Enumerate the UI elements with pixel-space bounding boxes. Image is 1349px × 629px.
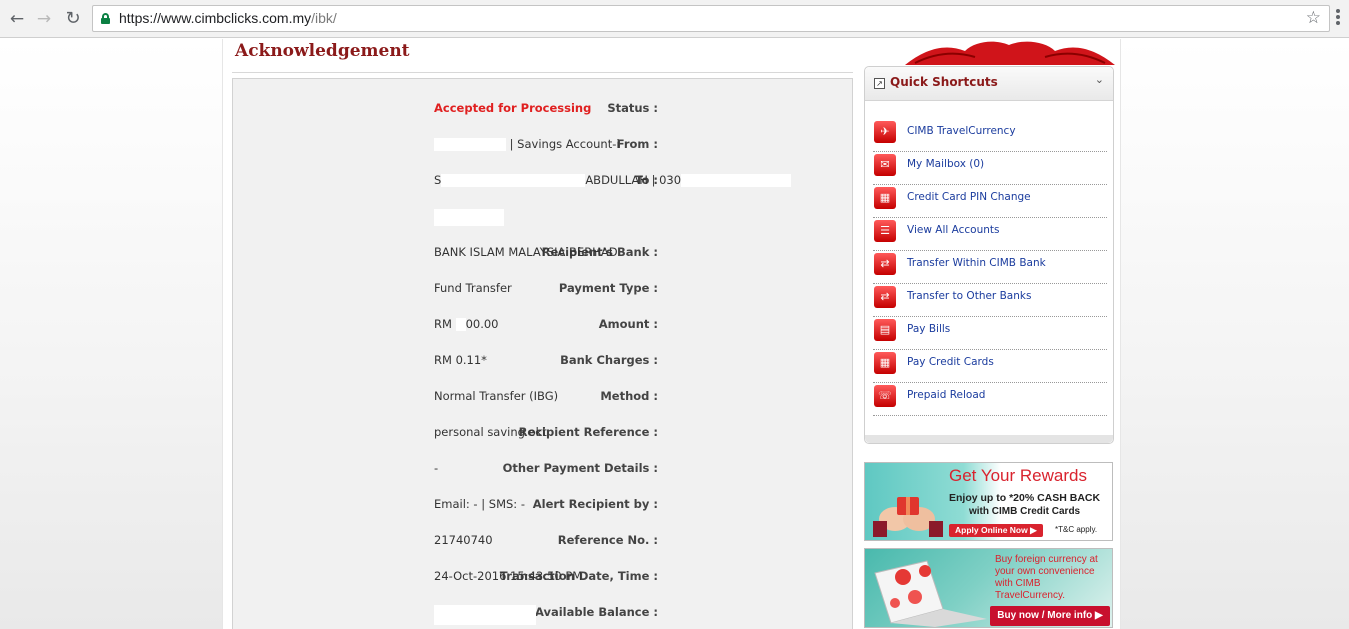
shortcut-pin-change[interactable]: ▦ Credit Card PIN Change [873,185,1107,218]
recipient-bank-value: BANK ISLAM MALAYSIA BERHAD [434,245,618,259]
quick-shortcuts-panel: ↗ Quick Shortcuts ⌄ ✈ CIMB TravelCurrenc… [864,66,1114,444]
alert-value: Email: - | SMS: - [434,497,525,511]
shortcut-transfer-other[interactable]: ⇄ Transfer to Other Banks [873,284,1107,317]
shortcut-label[interactable]: Prepaid Reload [907,389,985,401]
other-details-value: - [434,461,439,475]
gift-hands-illustration [873,497,943,537]
to-value-line2 [434,209,504,226]
detail-row-status: Status : Accepted for Processing [233,99,854,119]
chevron-down-icon[interactable]: ⌄ [1095,73,1104,86]
plane-icon: ✈ [874,121,896,143]
amount-value: RM 00.00 [434,317,499,331]
status-value: Accepted for Processing [434,101,592,115]
transfer-icon: ⇄ [874,253,896,275]
detail-row-other-details: Other Payment Details : - [233,459,854,479]
url-text: https://www.cimbclicks.com.my/ibk/ [119,10,337,26]
quick-shortcuts-header[interactable]: ↗ Quick Shortcuts ⌄ [865,67,1113,101]
detail-row-to: To : S ABDULLAH | 030 [233,171,854,191]
shortcut-label[interactable]: Credit Card PIN Change [907,191,1031,203]
method-value: Normal Transfer (IBG) [434,389,559,403]
buy-now-button[interactable]: Buy now / More info ▶ [990,606,1110,626]
travel-currency-banner[interactable]: Buy foreign currency at your own conveni… [864,548,1113,628]
browser-menu-icon[interactable] [1333,8,1343,28]
mascot-graphic [905,39,1115,67]
address-bar[interactable]: https://www.cimbclicks.com.my/ibk/ ☆ [92,5,1330,32]
bookmark-star-icon[interactable]: ☆ [1306,8,1321,28]
apply-online-button[interactable]: Apply Online Now ▶ [949,524,1043,537]
detail-row-bank-charges: Bank Charges : RM 0.11* [233,351,854,371]
shortcut-label[interactable]: Pay Bills [907,323,950,335]
detail-row-recipient-bank: Recipient's Bank : BANK ISLAM MALAYSIA B… [233,243,854,263]
detail-row-transaction-date: Transaction Date, Time : 24-Oct-2016 15:… [233,567,854,587]
back-arrow-icon[interactable]: ← [6,8,28,30]
page-edge-right [1120,39,1121,629]
shortcut-label[interactable]: Transfer to Other Banks [907,290,1031,302]
rewards-tnc: *T&C apply. [1055,525,1098,534]
redacted-block [434,138,506,151]
shortcut-pay-bills[interactable]: ▤ Pay Bills [873,317,1107,350]
shortcut-mailbox[interactable]: ✉ My Mailbox (0) [873,152,1107,185]
forward-arrow-icon[interactable]: → [33,8,55,30]
shortcut-icon: ↗ [874,78,885,89]
from-value: | Savings Account-i [434,137,620,151]
list-icon: ☰ [874,220,896,242]
shortcuts-footer [865,435,1113,443]
detail-label: Other Payment Details : [502,461,658,475]
redacted-block [434,605,536,625]
shortcut-label[interactable]: CIMB TravelCurrency [907,125,1016,137]
browser-toolbar: ← → ↻ https://www.cimbclicks.com.my/ibk/… [0,0,1349,38]
shortcut-list: ✈ CIMB TravelCurrency ✉ My Mailbox (0) ▦… [873,119,1107,416]
bill-icon: ▤ [874,319,896,341]
detail-row-alert: Alert Recipient by : Email: - | SMS: - [233,495,854,515]
rewards-line2: with CIMB Credit Cards [969,506,1081,517]
available-balance-value [434,605,536,625]
quick-shortcuts-title: Quick Shortcuts [890,75,998,89]
rewards-title: Get Your Rewards [949,466,1087,485]
redacted-block [455,318,466,331]
bank-charges-value: RM 0.11* [434,353,487,367]
shortcut-view-accounts[interactable]: ☰ View All Accounts [873,218,1107,251]
transfer-icon: ⇄ [874,286,896,308]
shortcut-label[interactable]: Transfer Within CIMB Bank [907,257,1046,269]
page-title: Acknowledgement [235,41,410,61]
redacted-block [681,174,792,187]
lock-icon [101,13,110,24]
to-value: S ABDULLAH | 030 [434,173,792,187]
shortcut-transfer-within[interactable]: ⇄ Transfer Within CIMB Bank [873,251,1107,284]
detail-row-method: Method : Normal Transfer (IBG) [233,387,854,407]
reload-icon[interactable]: ↻ [62,8,84,30]
rewards-banner[interactable]: Get Your Rewards Enjoy up to *20% CASH B… [864,462,1113,541]
redacted-block [441,174,586,187]
detail-row-recipient-reference: Recipient Reference : personal saving ok… [233,423,854,443]
shortcut-label[interactable]: View All Accounts [907,224,999,236]
detail-row-reference-no: Reference No. : 21740740 [233,531,854,551]
shortcut-travel-currency[interactable]: ✈ CIMB TravelCurrency [873,119,1107,152]
detail-row-to-continued [233,207,854,227]
detail-row-payment-type: Payment Type : Fund Transfer [233,279,854,299]
redacted-block [434,209,504,226]
shortcut-pay-credit-cards[interactable]: ▦ Pay Credit Cards [873,350,1107,383]
laptop-currency-illustration [874,560,987,627]
reference-no-value: 21740740 [434,533,493,547]
rewards-line1: Enjoy up to *20% CASH BACK [949,492,1101,504]
title-divider [232,72,853,73]
mail-icon: ✉ [874,154,896,176]
page-background-right [1121,39,1349,629]
acknowledgement-panel: Status : Accepted for Processing From : … [232,78,853,629]
transaction-date-value: 24-Oct-2016 15:43:50 PM [434,569,583,583]
shortcut-label[interactable]: My Mailbox (0) [907,158,984,170]
card-icon: ▦ [874,187,896,209]
recipient-reference-value: personal saving okt [434,425,547,439]
phone-icon: ☏ [874,385,896,407]
card-icon: ▦ [874,352,896,374]
detail-row-from: From : | Savings Account-i [233,135,854,155]
detail-row-available-balance: Available Balance : [233,603,854,625]
payment-type-value: Fund Transfer [434,281,512,295]
page-background-left [0,39,222,629]
detail-row-amount: Amount : RM 00.00 [233,315,854,335]
shortcut-prepaid-reload[interactable]: ☏ Prepaid Reload [873,383,1107,416]
shortcut-label[interactable]: Pay Credit Cards [907,356,994,368]
travel-currency-text: Buy foreign currency at your own conveni… [995,554,1098,601]
page-edge-left [222,39,223,629]
